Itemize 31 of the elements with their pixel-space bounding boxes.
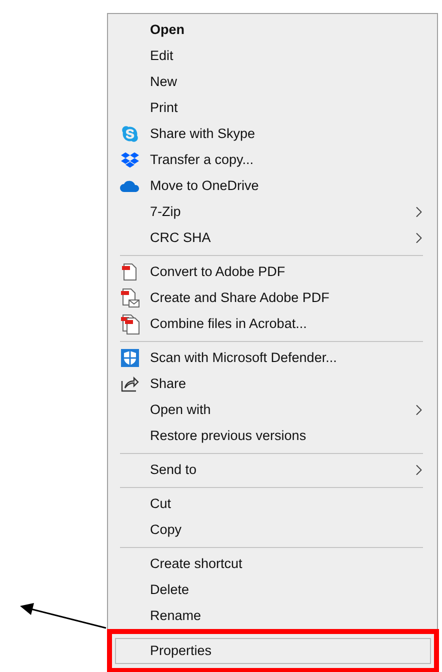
pdf-documents-icon bbox=[120, 314, 140, 334]
menu-item[interactable]: Open bbox=[109, 17, 437, 43]
menu-item[interactable]: Move to OneDrive bbox=[109, 173, 437, 199]
menu-item[interactable]: Send to bbox=[109, 457, 437, 483]
menu-item[interactable]: Transfer a copy... bbox=[109, 147, 437, 173]
share-icon bbox=[120, 376, 138, 392]
menu-item[interactable]: Create and Share Adobe PDF bbox=[109, 285, 437, 311]
menu-item[interactable]: Scan with Microsoft Defender... bbox=[109, 345, 437, 371]
menu-item[interactable]: Cut bbox=[109, 491, 437, 517]
menu-item[interactable]: New bbox=[109, 69, 437, 95]
shield-icon bbox=[120, 349, 138, 367]
cloud-icon bbox=[120, 180, 140, 192]
skype-icon bbox=[120, 125, 138, 143]
menu-item[interactable]: Share bbox=[109, 371, 437, 397]
menu-item[interactable]: Properties bbox=[115, 638, 431, 664]
menu-item[interactable]: Rename bbox=[109, 603, 437, 629]
menu-item[interactable]: Convert to Adobe PDF bbox=[109, 259, 437, 285]
menu-item[interactable]: Open with bbox=[109, 397, 437, 423]
menu-item[interactable]: 7-Zip bbox=[109, 199, 437, 225]
menu-item[interactable]: Combine files in Acrobat... bbox=[109, 311, 437, 337]
menu-item[interactable]: Create shortcut bbox=[109, 551, 437, 577]
menu-item[interactable]: Copy bbox=[109, 517, 437, 543]
pdf-envelope-icon bbox=[120, 288, 140, 308]
menu-item[interactable]: Delete bbox=[109, 577, 437, 603]
menu-item[interactable]: Edit bbox=[109, 43, 437, 69]
pdf-document-icon bbox=[120, 262, 138, 282]
menu-item[interactable]: Print bbox=[109, 95, 437, 121]
dropbox-icon bbox=[120, 151, 138, 169]
menu-item[interactable]: Restore previous versions bbox=[109, 423, 437, 449]
menu-item[interactable]: Share with Skype bbox=[109, 121, 437, 147]
menu-item[interactable]: CRC SHA bbox=[109, 225, 437, 251]
